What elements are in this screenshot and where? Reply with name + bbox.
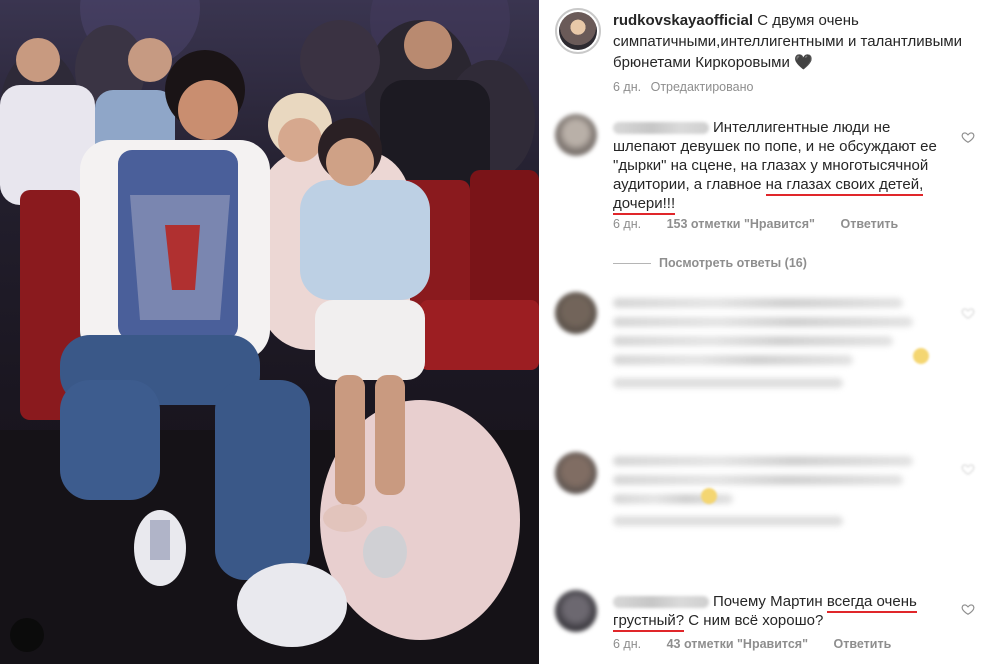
- comment-item: Интеллигентные люди не шлепают девушек п…: [555, 114, 975, 264]
- post-meta: 6 дн. Отредактировано: [613, 80, 753, 94]
- blurred-comment-meta: [613, 378, 843, 397]
- caption-emoji: 🖤: [794, 54, 813, 71]
- blurred-comment-text: [613, 298, 913, 374]
- reply-button[interactable]: Ответить: [840, 217, 898, 231]
- comment-time[interactable]: 6 дн.: [613, 217, 641, 231]
- post-photo[interactable]: [0, 0, 539, 664]
- comment-time[interactable]: 6 дн.: [613, 637, 641, 651]
- comment-likes[interactable]: 153 отметки "Нравится": [667, 217, 815, 231]
- post-photo-illustration: [0, 0, 539, 664]
- emoji-icon: [701, 488, 717, 504]
- post-caption: rudkovskayaofficial С двумя очень симпат…: [613, 10, 973, 73]
- blurred-comment: [555, 452, 975, 542]
- commenter-username-blurred[interactable]: [613, 122, 709, 135]
- heart-icon[interactable]: [961, 462, 975, 476]
- commenter-avatar[interactable]: [555, 590, 597, 632]
- post-edited-label: Отредактировано: [650, 80, 754, 94]
- commenter-avatar[interactable]: [555, 452, 597, 494]
- comment-text: Интеллигентные люди не шлепают девушек п…: [613, 118, 943, 215]
- photo-corner-avatar: [10, 618, 44, 652]
- comment-text: Почему Мартин всегда очень грустный? С н…: [613, 592, 943, 632]
- view-replies-button[interactable]: Посмотреть ответы (16): [613, 256, 807, 270]
- author-avatar-image: [559, 12, 597, 50]
- comment-meta: 6 дн. 153 отметки "Нравится" Ответить: [613, 217, 898, 231]
- commenter-avatar[interactable]: [555, 114, 597, 156]
- author-avatar[interactable]: [555, 8, 601, 54]
- heart-icon[interactable]: [961, 602, 975, 616]
- blurred-comment: [555, 292, 975, 402]
- comment-likes[interactable]: 43 отметки "Нравится": [667, 637, 808, 651]
- heart-icon[interactable]: [961, 130, 975, 144]
- comments-panel: rudkovskayaofficial С двумя очень симпат…: [539, 0, 981, 664]
- view-replies-label: Посмотреть ответы (16): [659, 256, 807, 270]
- comment-item: Почему Мартин всегда очень грустный? С н…: [555, 590, 975, 660]
- heart-icon[interactable]: [961, 306, 975, 320]
- blurred-comment-meta: [613, 516, 843, 535]
- view-replies-line: [613, 263, 651, 265]
- commenter-username-blurred[interactable]: [613, 596, 709, 609]
- commenter-avatar[interactable]: [555, 292, 597, 334]
- emoji-icon: [913, 348, 929, 364]
- comment-meta: 6 дн. 43 отметки "Нравится" Ответить: [613, 637, 891, 651]
- blurred-comment-text: [613, 456, 913, 513]
- reply-button[interactable]: Ответить: [834, 637, 892, 651]
- author-username[interactable]: rudkovskayaofficial: [613, 12, 753, 29]
- comment-body-end: С ним всё хорошо?: [684, 612, 824, 629]
- comment-body: Почему Мартин: [713, 593, 827, 610]
- post-time[interactable]: 6 дн.: [613, 80, 641, 94]
